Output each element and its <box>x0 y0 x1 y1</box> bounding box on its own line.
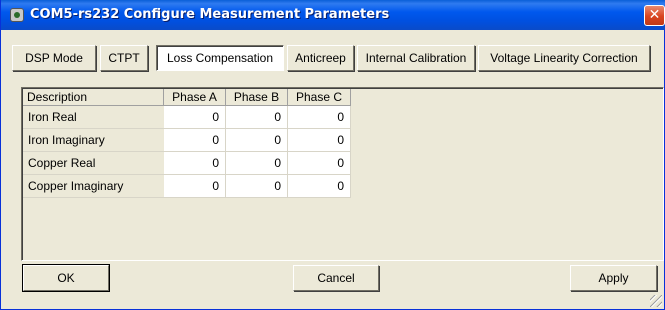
cell-iron-imaginary-phase-b[interactable]: 0 <box>226 129 288 152</box>
cell-iron-imaginary-phase-a[interactable]: 0 <box>164 129 226 152</box>
column-header-phase-a[interactable]: Phase A <box>164 89 226 106</box>
parameter-grid[interactable]: Description Phase A Phase B Phase C Iron… <box>21 87 664 261</box>
tab-anticreep[interactable]: Anticreep <box>287 45 354 71</box>
cell-copper-imaginary-phase-c[interactable]: 0 <box>288 175 351 198</box>
column-header-phase-b[interactable]: Phase B <box>226 89 288 106</box>
tab-internal-calibration[interactable]: Internal Calibration <box>357 45 475 71</box>
cancel-button[interactable]: Cancel <box>293 265 379 291</box>
row-label-copper-imaginary: Copper Imaginary <box>23 175 164 198</box>
cell-iron-real-phase-c[interactable]: 0 <box>288 106 351 129</box>
close-icon: ✕ <box>648 7 661 23</box>
column-header-description[interactable]: Description <box>23 89 164 106</box>
row-label-copper-real: Copper Real <box>23 152 164 175</box>
cell-copper-imaginary-phase-b[interactable]: 0 <box>226 175 288 198</box>
tab-dsp-mode[interactable]: DSP Mode <box>12 45 96 71</box>
cell-iron-real-phase-a[interactable]: 0 <box>164 106 226 129</box>
tab-voltage-linearity-correction[interactable]: Voltage Linearity Correction <box>478 45 650 71</box>
tab-ctpt[interactable]: CTPT <box>100 45 148 71</box>
ok-button[interactable]: OK <box>22 264 110 292</box>
cell-copper-imaginary-phase-a[interactable]: 0 <box>164 175 226 198</box>
window-title: COM5-rs232 Configure Measurement Paramet… <box>30 7 390 22</box>
tab-loss-compensation[interactable]: Loss Compensation <box>156 45 284 71</box>
apply-button[interactable]: Apply <box>570 265 657 291</box>
resize-grip-icon[interactable] <box>650 295 662 307</box>
title-bar[interactable]: COM5-rs232 Configure Measurement Paramet… <box>1 0 665 30</box>
cell-copper-real-phase-a[interactable]: 0 <box>164 152 226 175</box>
row-label-iron-real: Iron Real <box>23 106 164 129</box>
cell-copper-real-phase-c[interactable]: 0 <box>288 152 351 175</box>
cell-iron-imaginary-phase-c[interactable]: 0 <box>288 129 351 152</box>
cell-iron-real-phase-b[interactable]: 0 <box>226 106 288 129</box>
row-label-iron-imaginary: Iron Imaginary <box>23 129 164 152</box>
column-header-phase-c[interactable]: Phase C <box>288 89 351 106</box>
dialog-window: COM5-rs232 Configure Measurement Paramet… <box>0 0 665 310</box>
meter-icon <box>10 8 24 22</box>
cell-copper-real-phase-b[interactable]: 0 <box>226 152 288 175</box>
close-button[interactable]: ✕ <box>644 5 665 26</box>
